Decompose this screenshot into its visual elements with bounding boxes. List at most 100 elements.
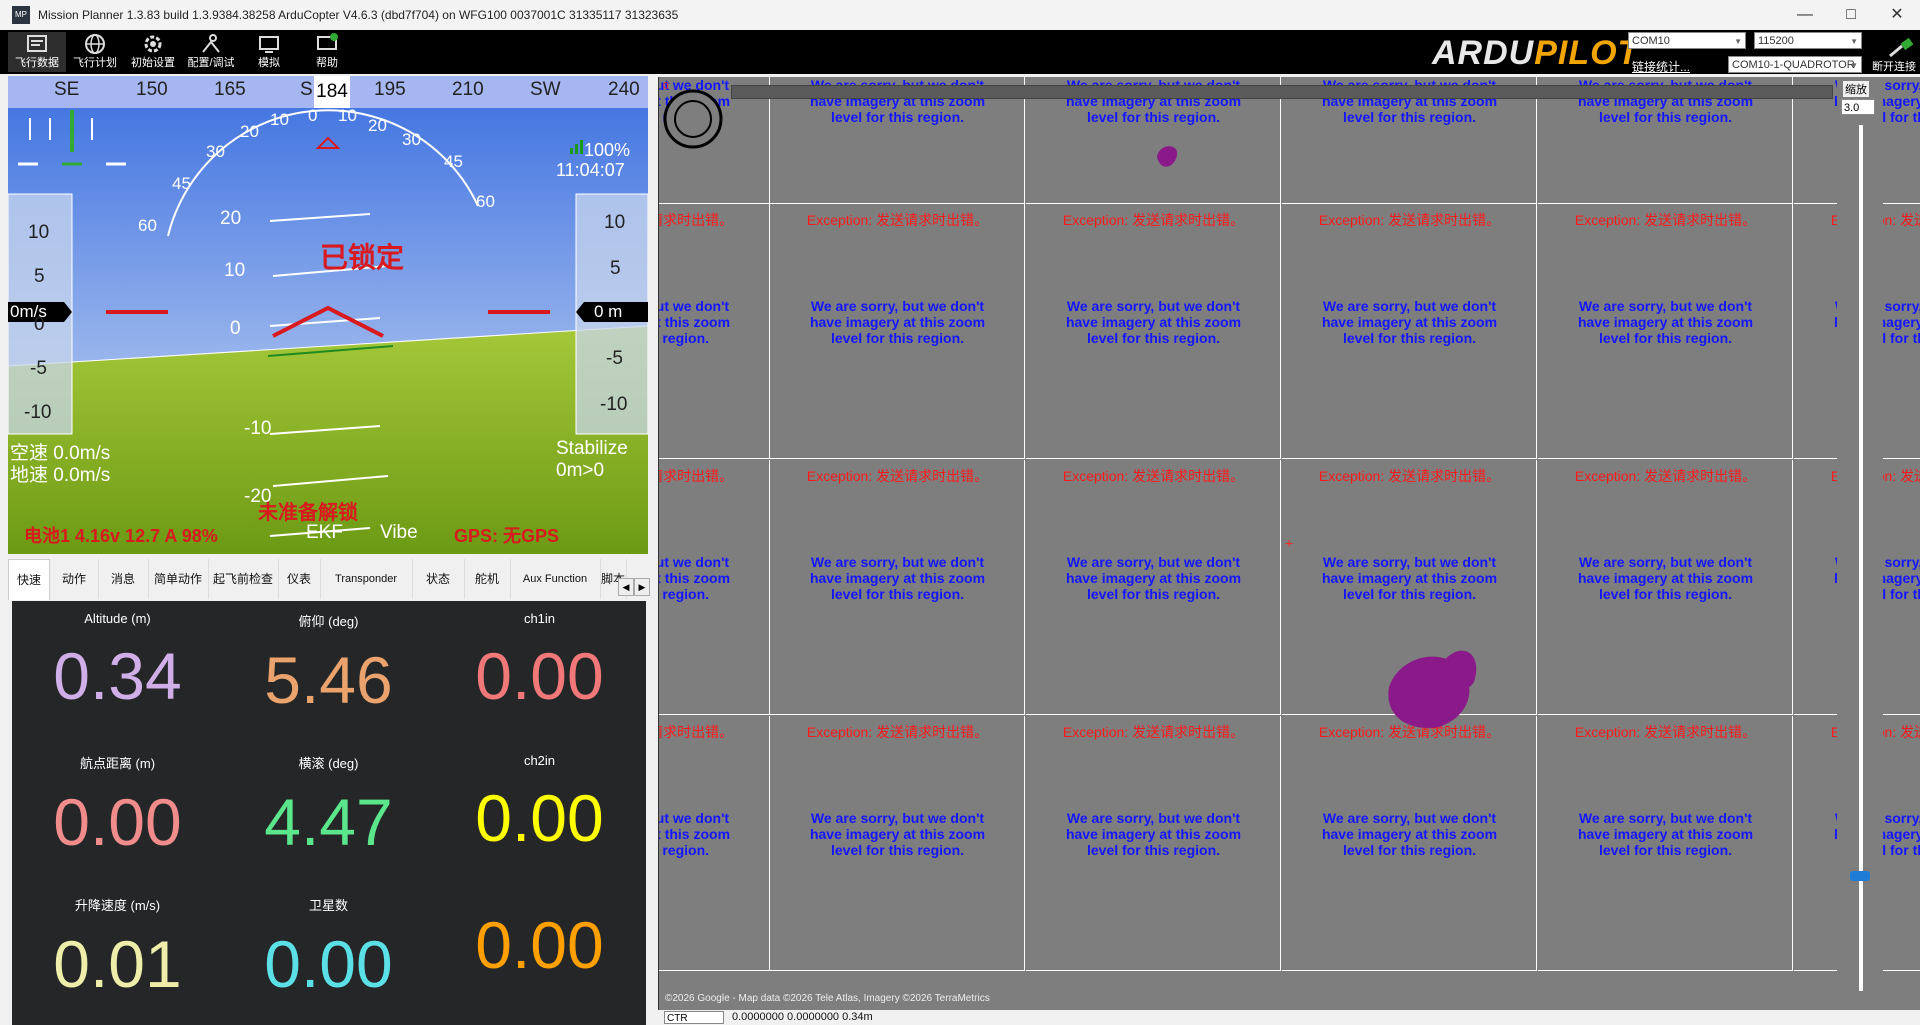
- minimize-button[interactable]: —: [1782, 0, 1828, 30]
- close-button[interactable]: ✕: [1874, 0, 1920, 30]
- map-track-cluster: [1388, 650, 1477, 728]
- quick-cell-satellites[interactable]: 卫星数 0.00: [223, 895, 434, 1004]
- zoom-label: 缩放: [1843, 81, 1869, 97]
- quick-cell-pitch[interactable]: 俯仰 (deg) 5.46: [223, 611, 434, 720]
- setup-icon: [124, 32, 182, 56]
- map-tile: Exception: 发送请求时出错。We are sorry, but we …: [770, 716, 1025, 971]
- alt-scale-label: -10: [600, 394, 628, 415]
- map-view[interactable]: We are sorry, but we don'thave imagery a…: [658, 77, 1920, 1010]
- zoom-slider-track[interactable]: [1859, 125, 1863, 991]
- flight-data-icon: [8, 32, 66, 56]
- port-select[interactable]: COM10 ▼: [1628, 32, 1746, 49]
- heading-label: SW: [530, 79, 561, 100]
- toolbar-setup-button[interactable]: 初始设置: [124, 32, 182, 72]
- roll-scale-label: 0: [308, 106, 318, 125]
- toolbar-flight-plan-button[interactable]: 飞行计划: [66, 32, 124, 72]
- tab-quick[interactable]: 快速: [8, 559, 50, 600]
- heading-label: 195: [374, 79, 406, 100]
- tile-no-imagery-text: We are sorry, but we don'thave imagery a…: [1321, 810, 1498, 858]
- wp-distance: 0m>0: [556, 460, 605, 481]
- config-icon: [182, 32, 240, 56]
- tile-no-imagery-text: We are sorry, but we don'thave imagery a…: [1577, 554, 1754, 602]
- quick-cell-wp-distance[interactable]: 航点距离 (m) 0.00: [12, 753, 223, 862]
- heading-value: 184: [314, 76, 350, 108]
- map-copyright: ©2026 Google - Map data ©2026 Tele Atlas…: [665, 993, 990, 1004]
- app-icon: MP: [12, 6, 30, 24]
- roll-scale-label: 30: [402, 130, 421, 149]
- map-timeline-slider[interactable]: [731, 85, 1833, 99]
- quick-panel: Altitude (m) 0.34 俯仰 (deg) 5.46 ch1in 0.…: [12, 601, 646, 1025]
- battery-status: 电池1 4.16v 12.7 A 98%: [24, 526, 218, 546]
- zoom-input[interactable]: 3.0: [1841, 99, 1875, 115]
- quick-cell-roll[interactable]: 横滚 (deg) 4.47: [223, 753, 434, 862]
- groundspeed-readout: 地速 0.0m/s: [10, 465, 111, 486]
- toolbar-flight-data-button[interactable]: 飞行数据: [8, 32, 66, 72]
- tab-gauges[interactable]: 仪表: [278, 559, 321, 599]
- quick-cell-climb-rate[interactable]: 升降速度 (m/s) 0.01: [12, 895, 223, 1004]
- map-tile: Exception: 发送请求时出错。We are sorry, but we …: [770, 204, 1025, 459]
- prearm-status: 未准备解锁: [258, 502, 358, 524]
- toolbar-simulation-button[interactable]: 模拟: [240, 32, 298, 72]
- map-tile: Exception: 发送请求时出错。 We are sorry, but we …: [1538, 460, 1793, 715]
- tab-transponder[interactable]: Transponder: [320, 559, 413, 599]
- tile-exception-text: Exception: 发送请求时出错。: [659, 468, 734, 484]
- map-tile: Exception: 发送请求时出错。We are sorry, but we …: [770, 460, 1025, 715]
- hud: SE 150 165 S 195 210 SW 240 184 60 45 30…: [8, 76, 648, 554]
- tab-preflight[interactable]: 起飞前检查: [208, 559, 279, 599]
- toolbar-config-button[interactable]: 配置/调试: [182, 32, 240, 72]
- tab-messages[interactable]: 消息: [98, 559, 149, 599]
- map-tile: Exception: 发送请求时出错。We are sorry, but we …: [1282, 716, 1537, 971]
- disconnect-button[interactable]: 断开连接: [1868, 36, 1920, 74]
- alt-mode-select[interactable]: CTR: [664, 1011, 724, 1024]
- tile-no-imagery-text: We are sorry, but we don'thave imagery a…: [659, 298, 731, 346]
- alt-scale-label: 10: [604, 212, 626, 233]
- heading-label: S: [300, 79, 313, 100]
- flight-mode: Stabilize: [556, 438, 628, 459]
- speed-scale-label: 10: [28, 222, 50, 243]
- map-tile: Exception: 发送请求时出错。We are sorry, but we …: [1282, 204, 1537, 459]
- tab-actions[interactable]: 动作: [50, 559, 99, 599]
- tab-simple-actions[interactable]: 简单动作: [148, 559, 209, 599]
- zoom-panel: 缩放 3.0: [1837, 77, 1883, 1010]
- tile-no-imagery-text: We are sorry, but we don'thave imagery a…: [1321, 554, 1498, 602]
- tile-no-imagery-text: We are sorry, but we don'thave imagery a…: [1577, 810, 1754, 858]
- quick-cell-altitude[interactable]: Altitude (m) 0.34: [12, 611, 223, 716]
- map-tile: Exception: 发送请求时出错。We are sorry, but we …: [1026, 204, 1281, 459]
- tile-exception-text: Exception: 发送请求时出错。: [659, 724, 734, 740]
- tile-exception-text: Exception: 发送请求时出错。: [659, 212, 734, 228]
- ekf-status[interactable]: EKF: [306, 522, 343, 544]
- roll-scale-label: 10: [338, 106, 357, 125]
- tab-scroll-left-icon[interactable]: ◀: [618, 578, 634, 596]
- tab-scroll-right-icon[interactable]: ▶: [634, 578, 650, 596]
- window-title: Mission Planner 1.3.83 build 1.3.9384.38…: [38, 8, 679, 22]
- link-stats-link[interactable]: 链接统计...: [1632, 58, 1690, 75]
- tile-exception-text: Exception: 发送请求时出错。: [1574, 468, 1757, 484]
- simulation-icon: [240, 32, 298, 56]
- alt-scale-label: -5: [606, 348, 623, 369]
- quick-cell-extra[interactable]: 0.00: [434, 895, 645, 985]
- vibe-status[interactable]: Vibe: [380, 522, 418, 544]
- tile-exception-text: Exception: 发送请求时出错。: [1062, 468, 1245, 484]
- heading-label: 165: [214, 79, 246, 100]
- tile-exception-text: Exception: 发送请求时出错。: [1574, 724, 1757, 740]
- tab-status[interactable]: 状态: [412, 559, 465, 599]
- zoom-slider-thumb[interactable]: [1850, 871, 1870, 881]
- quick-cell-ch2in[interactable]: ch2in 0.00: [434, 753, 645, 858]
- heading-label: 150: [136, 79, 168, 100]
- tab-servo[interactable]: 舵机: [464, 559, 511, 599]
- maximize-button[interactable]: □: [1828, 0, 1874, 30]
- map-tile: Exception: 发送请求时出错。 We are sorry, but we …: [1538, 716, 1793, 971]
- tab-aux-function[interactable]: Aux Function: [510, 559, 601, 599]
- quick-cell-ch1in[interactable]: ch1in 0.00: [434, 611, 645, 716]
- vehicle-select[interactable]: COM10-1-QUADROTOR ▼: [1728, 56, 1862, 73]
- toolbar-help-button[interactable]: 帮助: [298, 32, 356, 72]
- map-tile: Exception: 发送请求时出错。 We are sorry, but we …: [659, 204, 770, 459]
- tile-exception-text: Exception: 发送请求时出错。: [1318, 212, 1501, 228]
- heading-label: SE: [54, 79, 80, 100]
- map-tile: Exception: 发送请求时出错。We are sorry, but we …: [1026, 460, 1281, 715]
- tile-exception-text: Exception: 发送请求时出错。: [806, 212, 989, 228]
- baud-select[interactable]: 115200 ▼: [1754, 32, 1862, 49]
- map-tile: Exception: 发送请求时出错。We are sorry, but we …: [659, 460, 770, 715]
- map-status-bar: CTR 0.0000000 0.0000000 0.34m: [658, 1010, 1920, 1025]
- speed-scale-label: -5: [30, 358, 47, 379]
